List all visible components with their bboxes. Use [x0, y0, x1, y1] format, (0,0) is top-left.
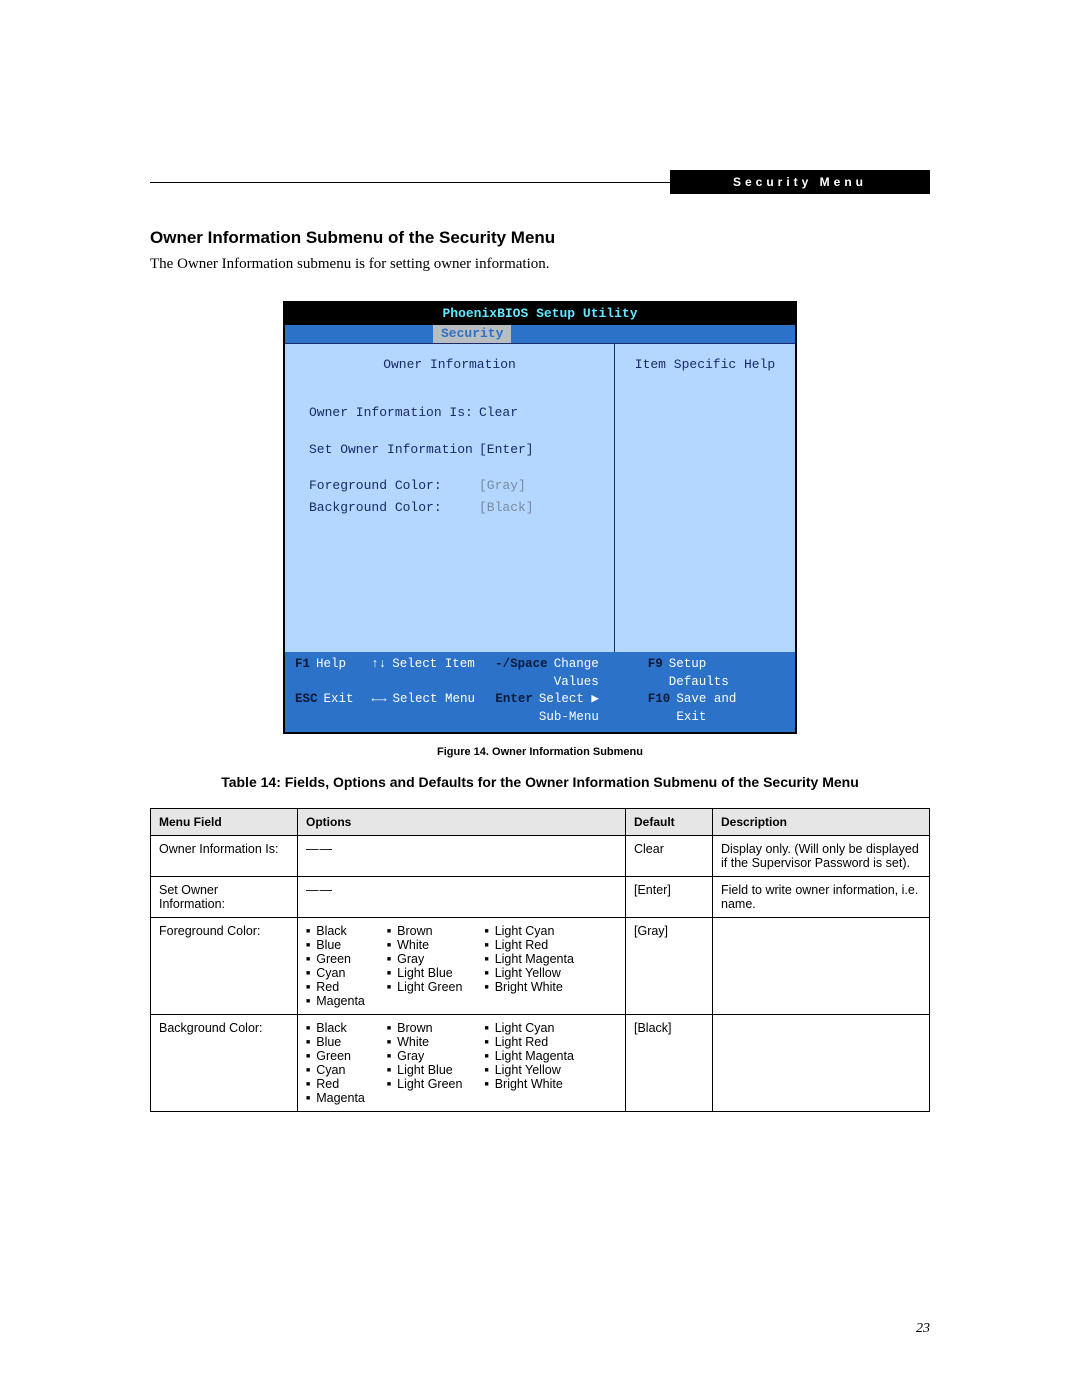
option-item: Light Magenta [484, 1049, 573, 1063]
bios-title: PhoenixBIOS Setup Utility [285, 303, 795, 325]
bios-fields: Owner Information Is: Clear Set Owner In… [285, 386, 614, 652]
table-row: Set Owner Information:——[Enter]Field to … [151, 877, 930, 918]
bios-body: Owner Information Owner Information Is: … [285, 343, 795, 652]
option-item: Light Yellow [484, 966, 573, 980]
content: Owner Information Submenu of the Securit… [150, 228, 930, 1112]
option-item: Light Cyan [484, 924, 573, 938]
option-item: Cyan [306, 1063, 365, 1077]
cell-options: —— [298, 877, 626, 918]
th-options: Options [298, 809, 626, 836]
cell-default: [Enter] [626, 877, 713, 918]
bios-tabrow: Security [285, 325, 795, 343]
cell-description: Field to write owner information, i.e. n… [713, 877, 930, 918]
option-item: Gray [387, 952, 463, 966]
bios-row-bg: Background Color: [Black] [309, 499, 600, 517]
option-item: White [387, 938, 463, 952]
page-header: Security Menu [150, 170, 930, 194]
page-title: Owner Information Submenu of the Securit… [150, 228, 930, 248]
th-menu-field: Menu Field [151, 809, 298, 836]
option-item: Brown [387, 924, 463, 938]
bios-panel-title: Owner Information [285, 344, 614, 386]
intro-paragraph: The Owner Information submenu is for set… [150, 256, 930, 273]
table-title: Table 14: Fields, Options and Defaults f… [150, 774, 930, 790]
cell-default: Clear [626, 836, 713, 877]
cell-description [713, 1015, 930, 1112]
option-item: Black [306, 924, 365, 938]
cell-options: —— [298, 836, 626, 877]
option-item: Light Blue [387, 1063, 463, 1077]
bios-row-set-owner: Set Owner Information [Enter] [309, 441, 600, 459]
option-item: Light Blue [387, 966, 463, 980]
bios-tab-security: Security [433, 325, 511, 343]
page: Security Menu Owner Information Submenu … [0, 0, 1080, 1397]
table-header-row: Menu Field Options Default Description [151, 809, 930, 836]
cell-default: [Gray] [626, 918, 713, 1015]
bios-help-title: Item Specific Help [615, 344, 795, 386]
option-item: Blue [306, 1035, 365, 1049]
option-item: Light Yellow [484, 1063, 573, 1077]
option-item: Bright White [484, 980, 573, 994]
option-item: Black [306, 1021, 365, 1035]
bios-footer: F1Help ↑↓Select Item -/SpaceChange Value… [285, 652, 795, 732]
header-label: Security Menu [670, 170, 930, 194]
option-item: Red [306, 980, 365, 994]
cell-field: Background Color: [151, 1015, 298, 1112]
cell-description: Display only. (Will only be displayed if… [713, 836, 930, 877]
option-item: Blue [306, 938, 365, 952]
option-item: Green [306, 952, 365, 966]
table-row: Foreground Color:BlackBlueGreenCyanRedMa… [151, 918, 930, 1015]
table-row: Background Color:BlackBlueGreenCyanRedMa… [151, 1015, 930, 1112]
option-item: Green [306, 1049, 365, 1063]
option-item: Bright White [484, 1077, 573, 1091]
options-table: Menu Field Options Default Description O… [150, 808, 930, 1112]
bios-footer-row1: F1Help ↑↓Select Item -/SpaceChange Value… [295, 656, 785, 691]
bios-row-fg: Foreground Color: [Gray] [309, 477, 600, 495]
cell-description [713, 918, 930, 1015]
th-description: Description [713, 809, 930, 836]
bios-footer-row2: ESCExit ←→Select Menu EnterSelect ▶ Sub-… [295, 691, 785, 726]
option-item: Cyan [306, 966, 365, 980]
cell-options: BlackBlueGreenCyanRedMagenta BrownWhiteGr… [298, 918, 626, 1015]
cell-options: BlackBlueGreenCyanRedMagenta BrownWhiteGr… [298, 1015, 626, 1112]
option-item: Brown [387, 1021, 463, 1035]
cell-field: Owner Information Is: [151, 836, 298, 877]
cell-field: Foreground Color: [151, 918, 298, 1015]
option-item: Red [306, 1077, 365, 1091]
option-item: Gray [387, 1049, 463, 1063]
option-item: Magenta [306, 1091, 365, 1105]
option-item: Light Green [387, 1077, 463, 1091]
option-item: Light Red [484, 1035, 573, 1049]
bios-screen: PhoenixBIOS Setup Utility Security Owner… [283, 301, 797, 734]
option-item: Light Magenta [484, 952, 573, 966]
option-item: Magenta [306, 994, 365, 1008]
page-number: 23 [916, 1321, 930, 1337]
cell-field: Set Owner Information: [151, 877, 298, 918]
cell-default: [Black] [626, 1015, 713, 1112]
bios-row-owner-info: Owner Information Is: Clear [309, 404, 600, 422]
bios-left-panel: Owner Information Owner Information Is: … [285, 344, 615, 652]
option-item: Light Red [484, 938, 573, 952]
table-row: Owner Information Is:——ClearDisplay only… [151, 836, 930, 877]
option-item: White [387, 1035, 463, 1049]
bios-help-panel: Item Specific Help [615, 344, 795, 652]
option-item: Light Green [387, 980, 463, 994]
figure-caption: Figure 14. Owner Information Submenu [150, 746, 930, 758]
th-default: Default [626, 809, 713, 836]
option-item: Light Cyan [484, 1021, 573, 1035]
header-rule [150, 182, 670, 194]
